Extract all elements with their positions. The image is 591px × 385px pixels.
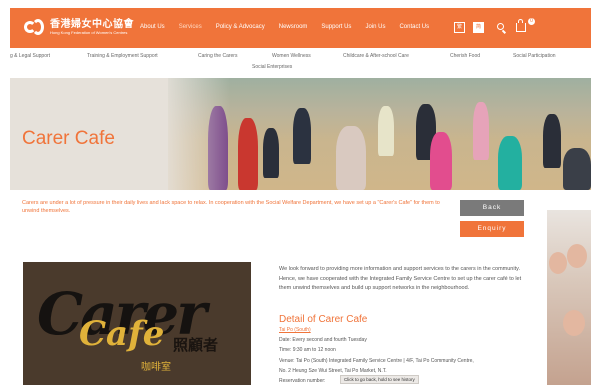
hero-photo	[168, 78, 591, 190]
nav-item-newsroom[interactable]: Newsroom	[279, 24, 308, 30]
subnav-item-social-participation[interactable]: Social Participation	[513, 53, 556, 59]
language-simplified-button[interactable]: 简	[473, 22, 484, 33]
nav-item-join-us[interactable]: Join Us	[365, 24, 385, 30]
carer-cafe-image: Carer Cafe 照顧者 咖啡室	[23, 262, 251, 385]
detail-title: Detail of Carer Cafe	[279, 314, 368, 325]
back-button[interactable]: Back	[460, 200, 524, 216]
site-logo[interactable]: 香港婦女中心協會 Hong Kong Federation of Women's…	[24, 17, 134, 37]
subnav-item-childcare[interactable]: Childcare & After-school Care	[343, 53, 409, 59]
nav-item-support-us[interactable]: Support Us	[321, 24, 351, 30]
logo-icon	[24, 17, 46, 37]
subnav-item-legal-support[interactable]: g & Legal Support	[10, 53, 50, 59]
cart-count-badge: 0	[528, 18, 535, 25]
detail-address: No. 2 Heung Sze Wui Street, Tai Po Marke…	[279, 368, 387, 374]
hero-banner: Carer Cafe	[10, 78, 591, 190]
subnav-item-social-enterprises[interactable]: Social Enterprises	[252, 64, 292, 70]
nav-item-services[interactable]: Services	[179, 24, 202, 30]
detail-time: Time: 9:30 am to 12 noon	[279, 347, 336, 353]
subnav-item-cherish-food[interactable]: Cherish Food	[450, 53, 480, 59]
side-photo	[547, 210, 591, 385]
language-traditional-button[interactable]: 繁	[454, 22, 465, 33]
description-paragraph: We look forward to providing more inform…	[279, 266, 522, 292]
back-button-tooltip: Click to go back, hold to see history	[340, 375, 419, 384]
page-title: Carer Cafe	[22, 128, 115, 149]
search-icon[interactable]	[497, 23, 504, 30]
logo-name-chinese: 香港婦女中心協會	[50, 18, 134, 30]
nav-item-policy-advocacy[interactable]: Policy & Advocacy	[216, 24, 265, 30]
cart-icon[interactable]	[516, 19, 526, 32]
detail-venue: Venue: Tai Po (South) Integrated Family …	[279, 358, 474, 364]
nav-item-about-us[interactable]: About Us	[140, 24, 165, 30]
nav-item-contact-us[interactable]: Contact Us	[399, 24, 429, 30]
logo-name-english: Hong Kong Federation of Women's Centres	[50, 29, 128, 35]
subnav-item-caring-carers[interactable]: Caring the Carers	[198, 53, 237, 59]
subnav-item-women-wellness[interactable]: Women Wellness	[272, 53, 311, 59]
services-subnav: g & Legal Support Training & Employment …	[10, 48, 591, 76]
enquiry-button[interactable]: Enquiry	[460, 221, 524, 237]
card-chinese-title: 照顧者	[173, 337, 219, 354]
subnav-item-training-employment[interactable]: Training & Employment Support	[87, 53, 158, 59]
intro-text: Carers are under a lot of pressure in th…	[22, 200, 440, 214]
detail-date: Date: Every second and fourth Tuesday	[279, 337, 367, 343]
top-navigation-bar: 香港婦女中心協會 Hong Kong Federation of Women's…	[10, 8, 591, 48]
main-nav: About Us Services Policy & Advocacy News…	[140, 24, 443, 30]
card-script-cafe: Cafe	[79, 314, 165, 354]
detail-location[interactable]: Tai Po (South)	[279, 327, 529, 333]
card-chinese-subtitle: 咖啡室	[141, 362, 171, 373]
